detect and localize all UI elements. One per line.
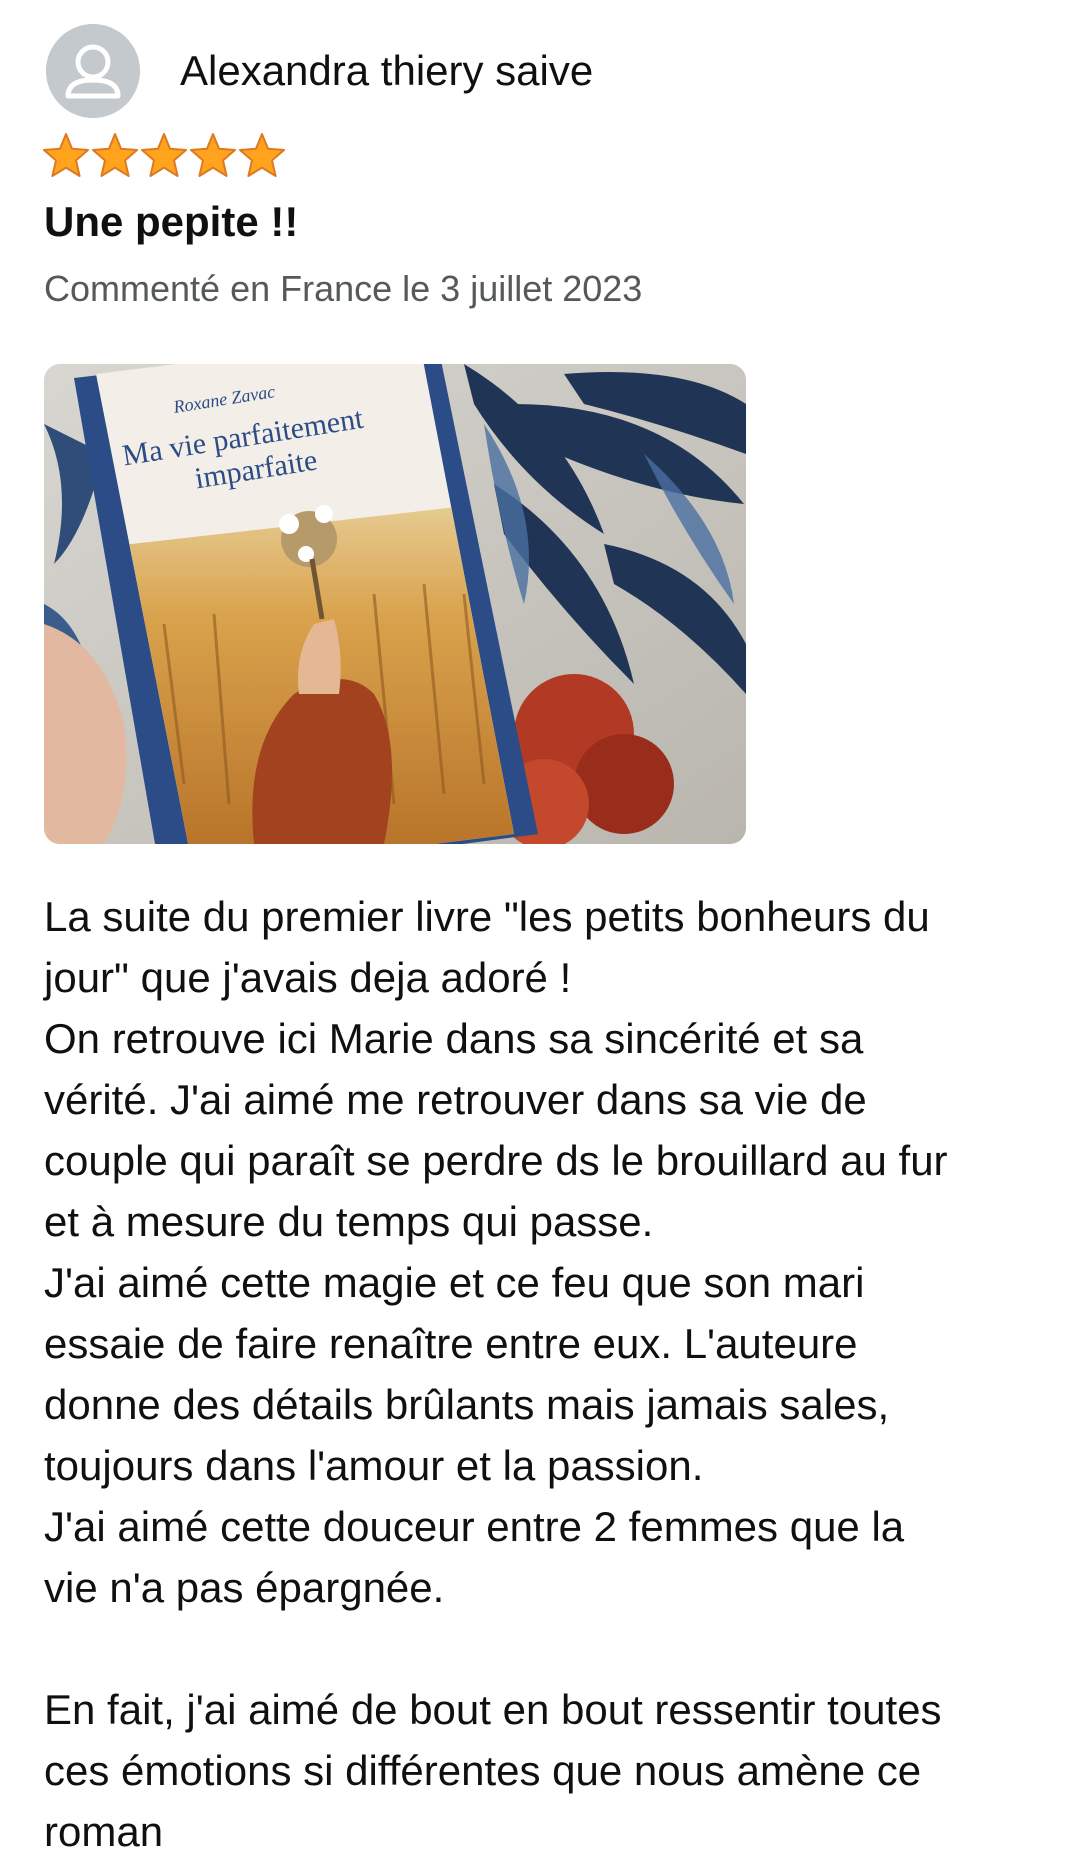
star-filled-icon: [42, 132, 90, 178]
review-card: Alexandra thiery saive Une pepite !! Com…: [0, 0, 1080, 1855]
review-body-line: toujours dans l'amour et la passion.: [44, 1442, 704, 1489]
star-rating: [42, 132, 286, 178]
review-body-line: roman: [44, 1808, 164, 1855]
review-body-line: vérité. J'ai aimé me retrouver dans sa v…: [44, 1076, 867, 1123]
review-photo[interactable]: Roxane Zavac Ma vie parfaitement imparfa…: [44, 364, 746, 844]
review-body-line: vie n'a pas épargnée.: [44, 1564, 445, 1611]
star-filled-icon: [238, 132, 286, 178]
reviewer-name[interactable]: Alexandra thiery saive: [180, 47, 593, 95]
review-body-line: couple qui paraît se perdre ds le brouil…: [44, 1137, 948, 1184]
star-filled-icon: [189, 132, 237, 178]
review-body-line: J'ai aimé cette douceur entre 2 femmes q…: [44, 1503, 905, 1550]
star-filled-icon: [91, 132, 139, 178]
review-body: La suite du premier livre "les petits bo…: [44, 886, 1044, 1862]
review-body-line: [44, 1618, 1044, 1679]
star-filled-icon: [140, 132, 188, 178]
review-body-line: ces émotions si différentes que nous amè…: [44, 1747, 922, 1794]
default-user-avatar-icon[interactable]: [46, 24, 140, 118]
review-body-line: La suite du premier livre "les petits bo…: [44, 893, 930, 940]
review-body-line: On retrouve ici Marie dans sa sincérité …: [44, 1015, 864, 1062]
review-body-line: donne des détails brûlants mais jamais s…: [44, 1381, 890, 1428]
review-title[interactable]: Une pepite !!: [44, 198, 298, 246]
review-date: Commenté en France le 3 juillet 2023: [44, 268, 643, 309]
review-body-line: En fait, j'ai aimé de bout en bout resse…: [44, 1686, 942, 1733]
review-body-line: jour" que j'avais deja adoré !: [44, 954, 572, 1001]
review-body-line: et à mesure du temps qui passe.: [44, 1198, 654, 1245]
review-body-line: J'ai aimé cette magie et ce feu que son …: [44, 1259, 865, 1306]
review-body-line: essaie de faire renaître entre eux. L'au…: [44, 1320, 858, 1367]
reviewer-row: Alexandra thiery saive: [46, 24, 593, 118]
